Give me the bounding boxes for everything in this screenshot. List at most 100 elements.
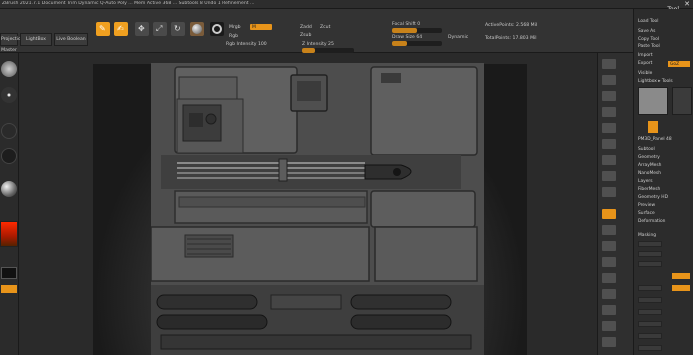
move-button[interactable]: ✥ — [135, 22, 149, 36]
shelf-zoom-button[interactable] — [602, 107, 616, 117]
section-arraymesh[interactable]: ArrayMesh — [638, 163, 661, 168]
panel-toggle[interactable] — [672, 285, 690, 291]
section-geometry-hd[interactable]: Geometry HD — [638, 195, 668, 200]
tab-projection-master[interactable]: Projection Master — [0, 33, 24, 53]
tool-thumbnail-secondary[interactable] — [672, 87, 692, 115]
panel-field[interactable] — [638, 261, 662, 267]
panel-field[interactable] — [638, 333, 662, 339]
close-icon[interactable]: ✕ — [684, 0, 690, 8]
scale-button[interactable]: ⤢ — [153, 22, 167, 36]
load-tool-button[interactable]: Load Tool — [638, 19, 658, 24]
zsub-button[interactable]: Zsub — [300, 33, 311, 38]
section-subtool[interactable]: Subtool — [638, 147, 655, 152]
visible-button[interactable]: Visible — [638, 71, 652, 76]
panel-item[interactable]: PM3D_Panel 48 — [638, 137, 672, 142]
color-picker-icon[interactable] — [0, 221, 18, 247]
panel-field[interactable] — [638, 345, 662, 351]
draw-icon: ✍ — [117, 24, 124, 33]
section-deformation[interactable]: Deformation — [638, 219, 665, 224]
section-layers[interactable]: Layers — [638, 179, 653, 184]
right-shelf — [597, 53, 633, 355]
scale-icon: ⤢ — [156, 24, 163, 33]
shelf-bpr-button[interactable] — [602, 59, 616, 69]
zadd-button[interactable]: Zadd — [300, 25, 312, 30]
brush-button[interactable] — [210, 22, 224, 36]
shelf-persp-button[interactable] — [602, 155, 616, 165]
mrgb-button[interactable]: Mrgb — [229, 25, 241, 30]
top-toolbar: Projection Master LightBox Live Boolean … — [0, 9, 693, 53]
shelf-local-button[interactable] — [602, 187, 616, 197]
brush-icon[interactable] — [1, 61, 17, 77]
copy-tool-button[interactable]: Copy Tool — [638, 37, 659, 42]
export-button[interactable]: Export — [638, 61, 652, 66]
draw-button[interactable]: ✍ — [114, 22, 128, 36]
menu-bar: ZBrush 2021.7.1 Document Trim Dynamic Q-… — [0, 0, 693, 13]
viewport[interactable] — [19, 53, 597, 355]
section-nanomesh[interactable]: NanoMesh — [638, 171, 661, 176]
draw-size-slider[interactable] — [392, 41, 442, 46]
sphere-icon — [192, 24, 202, 34]
material-icon[interactable] — [1, 181, 17, 197]
tool-palette: Load Tool Save As Copy Tool Paste Tool I… — [633, 9, 693, 355]
zcut-button[interactable]: Zcut — [320, 25, 330, 30]
dynamic-button[interactable]: Dynamic — [448, 35, 468, 40]
panel-field[interactable] — [638, 309, 662, 315]
save-as-button[interactable]: Save As — [638, 29, 655, 34]
section-geometry[interactable]: Geometry — [638, 155, 660, 160]
panel-field[interactable] — [638, 321, 662, 327]
focal-shift-slider[interactable] — [392, 28, 442, 33]
panel-field[interactable] — [638, 241, 662, 247]
material-sphere-button[interactable] — [190, 22, 204, 36]
shelf-linefill-button[interactable] — [602, 273, 616, 283]
total-points-label: TotalPoints: 17.803 Mil — [485, 36, 537, 41]
z-intensity-label: Z Intensity 25 — [302, 42, 334, 47]
brush-icon — [212, 24, 222, 34]
section-masking[interactable]: Masking — [638, 233, 656, 238]
shelf-aahalf-button[interactable] — [602, 139, 616, 149]
stroke-icon[interactable] — [1, 87, 17, 103]
shelf-ghost-button[interactable] — [602, 321, 616, 331]
model-render — [151, 63, 484, 355]
shelf-transp-button[interactable] — [602, 305, 616, 315]
shelf-move-button[interactable] — [602, 225, 616, 235]
section-surface[interactable]: Surface — [638, 211, 655, 216]
shelf-rotate-button[interactable] — [602, 257, 616, 267]
active-points-label: ActivePoints: 2.568 Mil — [485, 23, 538, 28]
rotate-button[interactable]: ↻ — [171, 22, 185, 36]
shelf-scroll-button[interactable] — [602, 91, 616, 101]
import-button[interactable]: Import — [638, 53, 653, 58]
secondary-color-swatch[interactable] — [1, 285, 17, 293]
panel-toggle[interactable] — [672, 273, 690, 279]
rgb-button[interactable]: Rgb — [229, 34, 238, 39]
shelf-polyf-button[interactable] — [602, 289, 616, 299]
shelf-actual-button[interactable] — [602, 123, 616, 133]
move-icon: ✥ — [138, 24, 145, 33]
shelf-scale-button[interactable] — [602, 241, 616, 251]
main-color-swatch[interactable] — [1, 267, 17, 279]
goz-button[interactable]: GoZ — [668, 61, 690, 67]
section-fibermesh[interactable]: FiberMesh — [638, 187, 660, 192]
tab-live-boolean[interactable]: Live Boolean — [54, 33, 88, 46]
panel-field[interactable] — [638, 251, 662, 257]
menu-title: ZBrush 2021.7.1 Document Trim Dynamic Q-… — [2, 1, 255, 6]
section-preview[interactable]: Preview — [638, 203, 655, 208]
paste-tool-button[interactable]: Paste Tool — [638, 44, 660, 49]
tool-thumbnail-icon[interactable] — [638, 87, 668, 115]
alpha-icon[interactable] — [1, 123, 17, 139]
tool-thumbnail-orange[interactable] — [648, 121, 658, 133]
shelf-spix-button[interactable] — [602, 75, 616, 85]
rgb-intensity-label: Rgb Intensity 100 — [226, 42, 267, 47]
panel-model[interactable] — [151, 63, 484, 355]
edit-icon: ✎ — [99, 24, 106, 33]
lightbox-tools-button[interactable]: Lightbox ▸ Tools — [638, 79, 673, 84]
texture-icon[interactable] — [1, 148, 17, 164]
shelf-floor-button[interactable] — [602, 171, 616, 181]
panel-field[interactable] — [638, 285, 662, 291]
shelf-solo-button[interactable] — [602, 337, 616, 347]
edit-button[interactable]: ✎ — [96, 22, 110, 36]
panel-field[interactable] — [638, 297, 662, 303]
left-tray — [0, 53, 19, 355]
shelf-frame-button[interactable] — [602, 209, 616, 219]
tab-lightbox[interactable]: LightBox — [20, 33, 52, 46]
m-button[interactable]: M — [250, 24, 272, 30]
